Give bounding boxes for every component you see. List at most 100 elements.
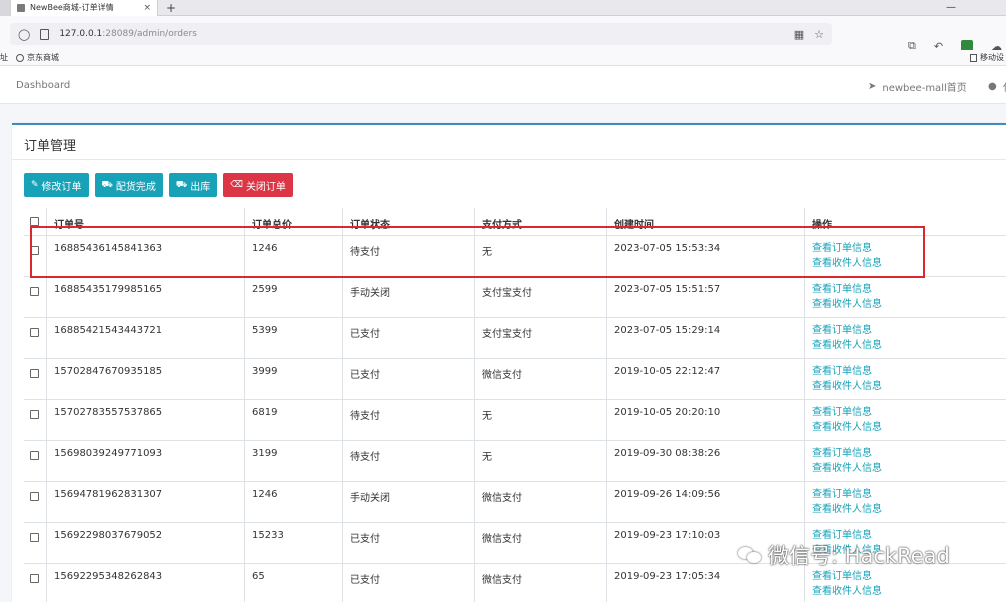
globe-icon — [16, 53, 24, 62]
wechat-icon — [738, 545, 762, 565]
minimize-button[interactable]: — — [946, 2, 956, 13]
trash-icon: ⌫ — [230, 180, 243, 190]
bookmark-cut-label[interactable]: 址 — [0, 52, 8, 63]
header-pay: 支付方式 — [474, 208, 606, 235]
header-created: 创建时间 — [606, 208, 804, 235]
table-row: 15698039249771093 3199 待支付无 2019-09-30 08:3… — [24, 441, 1006, 482]
browser-tab[interactable]: NewBee商城-订单详情 × — [10, 0, 158, 16]
view-receiver-link[interactable]: 查看收件人信息 — [812, 420, 1006, 435]
row-checkbox[interactable] — [30, 410, 39, 419]
view-order-link[interactable]: 查看订单信息 — [812, 487, 1006, 502]
view-receiver-link[interactable]: 查看收件人信息 — [812, 338, 1006, 353]
address-bar[interactable]: ◯ 127.0.0.1:28089/admin/orders ▦ ☆ — [10, 23, 832, 45]
select-all-cell — [24, 208, 46, 235]
total-cell: 3199 — [244, 441, 342, 481]
bookmark-star-icon[interactable]: ☆ — [814, 28, 824, 41]
created-cell: 2019-10-05 20:20:10 — [606, 400, 804, 440]
qr-code-icon[interactable]: ▦ — [794, 28, 804, 41]
dashboard-link[interactable]: Dashboard — [16, 80, 70, 91]
view-order-link[interactable]: 查看订单信息 — [812, 364, 1006, 379]
order-no-cell: 15702783557537865 — [46, 400, 244, 440]
tab-title: NewBee商城-订单详情 — [30, 3, 114, 12]
row-checkbox[interactable] — [30, 492, 39, 501]
view-order-link[interactable]: 查看订单信息 — [812, 241, 1006, 256]
edit-order-button[interactable]: ✎ 修改订单 — [24, 173, 89, 197]
row-checkbox[interactable] — [30, 287, 39, 296]
table-row: 15702783557537865 6819 待支付无 2019-10-05 20:2… — [24, 400, 1006, 441]
pay-cell: 微信支付 — [474, 482, 606, 522]
table-row: 15694781962831307 1246 手动关闭 微信支付 2019-09-26 … — [24, 482, 1006, 523]
status-cell: 手动关闭 — [342, 482, 474, 522]
view-receiver-link[interactable]: 查看收件人信息 — [812, 379, 1006, 394]
new-tab-button[interactable]: + — [166, 1, 176, 15]
view-receiver-link[interactable]: 查看收件人信息 — [812, 297, 1006, 312]
row-select-cell — [24, 400, 46, 440]
pay-cell: 微信支付 — [474, 564, 606, 602]
actions-cell: 查看订单信息 查看收件人信息 — [804, 482, 1006, 522]
shield-icon[interactable]: ◯ — [18, 28, 30, 41]
row-select-cell — [24, 359, 46, 399]
view-order-link[interactable]: 查看订单信息 — [812, 323, 1006, 338]
actions-cell: 查看订单信息 查看收件人信息 — [804, 400, 1006, 440]
row-checkbox[interactable] — [30, 328, 39, 337]
table-row: 16885421543443721 5399 已支付 支付宝支付 2023-07-05 … — [24, 318, 1006, 359]
actions-cell: 查看订单信息 查看收件人信息 — [804, 359, 1006, 399]
row-checkbox[interactable] — [30, 451, 39, 460]
user-icon: ● — [988, 81, 997, 92]
close-order-button[interactable]: ⌫ 关闭订单 — [223, 173, 293, 197]
bookmarks-bar: 址 京东商城 移动设 — [0, 50, 1006, 66]
row-select-cell — [24, 318, 46, 358]
total-cell: 2599 — [244, 277, 342, 317]
table-row: 15702847670935185 3999 已支付 微信支付 2019-10-05 2… — [24, 359, 1006, 400]
pay-cell: 支付宝支付 — [474, 318, 606, 358]
view-order-link[interactable]: 查看订单信息 — [812, 282, 1006, 297]
row-checkbox[interactable] — [30, 533, 39, 542]
total-cell: 65 — [244, 564, 342, 602]
bookmark-mobile[interactable]: 移动设 — [970, 52, 1004, 63]
table-row: 16885435179985165 2599 手动关闭 支付宝支付 2023-07-05… — [24, 277, 1006, 318]
truck-icon: ⛟ — [101, 179, 113, 190]
row-checkbox[interactable] — [30, 574, 39, 583]
order-no-cell: 15692295348262843 — [46, 564, 244, 602]
user-menu[interactable]: ● 化 — [988, 79, 1006, 94]
mall-home-label: newbee-mall首页 — [882, 83, 967, 94]
mobile-icon — [970, 53, 977, 62]
total-cell: 1246 — [244, 236, 342, 276]
row-select-cell — [24, 564, 46, 602]
out-stock-button[interactable]: ⛟ 出库 — [168, 173, 218, 197]
pay-cell: 无 — [474, 441, 606, 481]
tab-close-icon[interactable]: × — [143, 3, 151, 13]
view-order-link[interactable]: 查看订单信息 — [812, 446, 1006, 461]
view-receiver-link[interactable]: 查看收件人信息 — [812, 584, 1006, 599]
table-header: 订单号 订单总价 订单状态 支付方式 创建时间 操作 — [24, 208, 1006, 236]
bookmark-mobile-label: 移动设 — [980, 53, 1004, 62]
actions-cell: 查看订单信息 查看收件人信息 — [804, 277, 1006, 317]
row-select-cell — [24, 441, 46, 481]
bookmark-jd[interactable]: 京东商城 — [16, 52, 59, 63]
edit-order-label: 修改订单 — [41, 181, 82, 193]
total-cell: 6819 — [244, 400, 342, 440]
actions-cell: 查看订单信息 查看收件人信息 — [804, 441, 1006, 481]
mall-home-link[interactable]: ➤ newbee-mall首页 — [868, 79, 967, 94]
url-text[interactable]: 127.0.0.1:28089/admin/orders — [59, 29, 197, 39]
select-all-checkbox[interactable] — [30, 217, 39, 226]
view-order-link[interactable]: 查看订单信息 — [812, 405, 1006, 420]
tab-edge — [0, 0, 10, 16]
browser-tabbar: NewBee商城-订单详情 × + — — [0, 0, 1006, 16]
status-cell: 待支付 — [342, 441, 474, 481]
view-order-link[interactable]: 查看订单信息 — [812, 569, 1006, 584]
orders-card: 订单管理 ✎ 修改订单 ⛟ 配货完成 ⛟ 出库 ⌫ 关闭订单 订单号 订单总价 … — [12, 123, 1006, 602]
card-divider — [12, 159, 1006, 160]
view-receiver-link[interactable]: 查看收件人信息 — [812, 461, 1006, 476]
view-receiver-link[interactable]: 查看收件人信息 — [812, 256, 1006, 271]
row-checkbox[interactable] — [30, 246, 39, 255]
view-receiver-link[interactable]: 查看收件人信息 — [812, 502, 1006, 517]
close-order-label: 关闭订单 — [245, 181, 286, 193]
browser-toolbar: ◯ 127.0.0.1:28089/admin/orders ▦ ☆ ⧉ ↶ ☁ — [0, 16, 1006, 54]
ship-done-button[interactable]: ⛟ 配货完成 — [94, 173, 163, 197]
created-cell: 2023-07-05 15:29:14 — [606, 318, 804, 358]
row-checkbox[interactable] — [30, 369, 39, 378]
header-order-no: 订单号 — [46, 208, 244, 235]
pay-cell: 无 — [474, 236, 606, 276]
status-cell: 已支付 — [342, 523, 474, 563]
